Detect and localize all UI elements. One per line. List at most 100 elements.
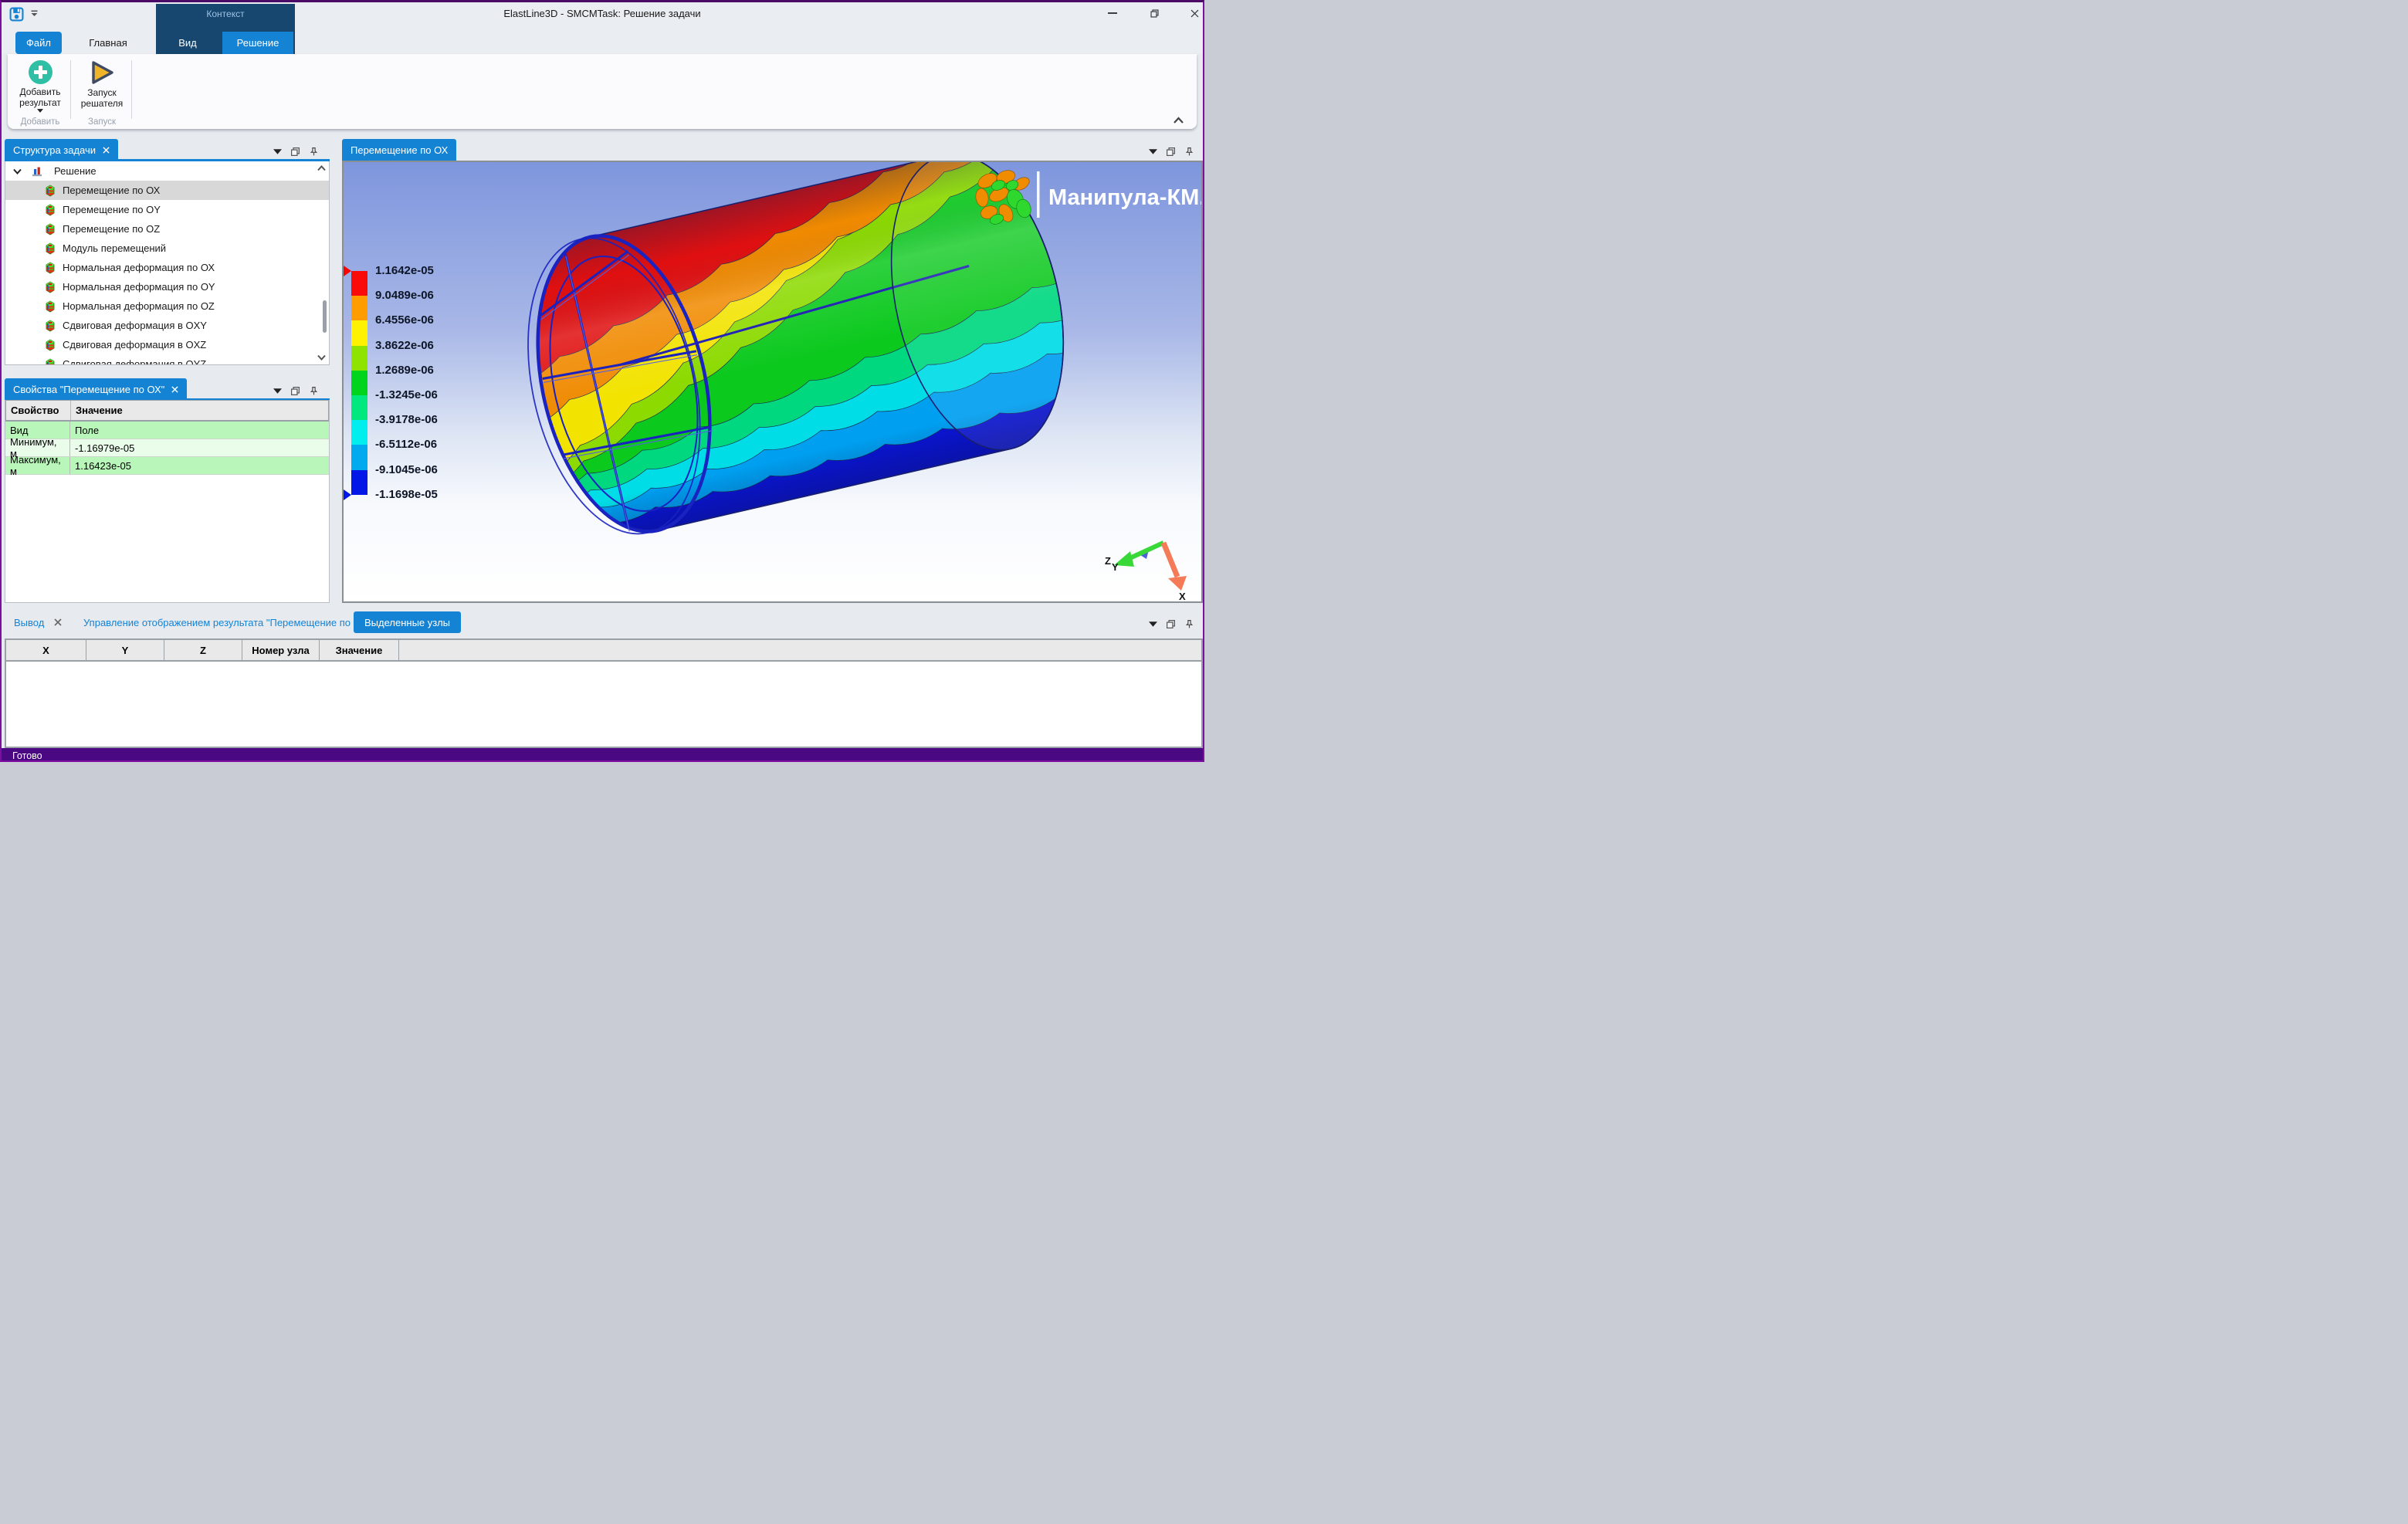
tab-properties[interactable]: Свойства "Перемещение по ОХ" [5, 378, 187, 400]
panel-menu-arrow-icon[interactable] [1149, 621, 1157, 627]
run-solver-label-2: решателя [81, 98, 124, 109]
tab-properties-label: Свойства "Перемещение по ОХ" [13, 384, 164, 395]
close-icon[interactable] [54, 618, 62, 626]
col-z[interactable]: Z [164, 640, 242, 660]
tree-item-label: Сдвиговая деформация в OXZ [63, 339, 206, 351]
tree-item-label: Сдвиговая деформация в OXY [63, 320, 207, 331]
panel-menu-arrow-icon[interactable] [273, 388, 282, 394]
result-cube-icon [44, 223, 56, 235]
axis-x-label: X [1179, 591, 1186, 601]
property-row[interactable]: Максимум, м 1.16423e-05 [5, 457, 329, 475]
close-button[interactable] [1183, 5, 1204, 22]
pin-icon[interactable] [309, 386, 319, 396]
context-group-label: Контекст [156, 8, 295, 19]
close-icon[interactable] [103, 147, 110, 154]
tab-file[interactable]: Файл [15, 32, 62, 54]
scroll-down-icon[interactable] [317, 354, 326, 361]
properties-table: Свойство Значение Вид Поле Минимум, м -1… [5, 400, 330, 603]
result-cube-icon [44, 320, 56, 332]
col-x[interactable]: X [6, 640, 86, 660]
tree-item[interactable]: Перемещение по OY [5, 200, 329, 219]
status-text: Готово [12, 750, 42, 761]
float-window-icon[interactable] [1166, 619, 1176, 629]
add-result-button[interactable]: Добавить результат [12, 56, 68, 116]
tab-task-structure[interactable]: Структура задачи [5, 139, 118, 161]
close-icon [1190, 8, 1200, 19]
pin-icon[interactable] [1184, 619, 1194, 629]
tab-selected-nodes[interactable]: Выделенные узлы [354, 611, 461, 633]
tab-viewport-result[interactable]: Перемещение по ОХ [342, 139, 456, 161]
float-window-icon[interactable] [290, 386, 300, 396]
tree-item-label: Нормальная деформация по ОХ [63, 262, 215, 273]
result-cube-icon [44, 262, 56, 274]
tree-item[interactable]: Нормальная деформация по OY [5, 277, 329, 296]
tree-item[interactable]: Нормальная деформация по ОХ [5, 258, 329, 277]
ribbon: Добавить результат Запуск решателя Добав… [8, 54, 1197, 129]
panel-menu-arrow-icon[interactable] [1149, 149, 1157, 154]
float-window-icon[interactable] [1166, 147, 1176, 157]
expander-icon[interactable] [13, 168, 22, 174]
axis-z-label: Z [1105, 555, 1111, 567]
restore-button[interactable] [1143, 5, 1166, 22]
scrollbar-thumb[interactable] [323, 300, 327, 333]
panel-menu-arrow-icon[interactable] [273, 149, 282, 154]
table-header-row: X Y Z Номер узла Значение [6, 640, 1201, 662]
minimize-button[interactable] [1101, 5, 1124, 22]
selected-nodes-table: X Y Z Номер узла Значение [5, 638, 1203, 748]
solution-chart-icon [31, 165, 43, 178]
tab-result-display-control[interactable]: Управление отображением результата "Пере… [83, 611, 371, 633]
col-property: Свойство [6, 401, 71, 420]
add-result-label-1: Добавить [19, 86, 60, 97]
col-value[interactable]: Значение [320, 640, 399, 660]
tree-item[interactable]: Сдвиговая деформация в OXZ [5, 335, 329, 354]
ribbon-collapse-icon[interactable] [1173, 117, 1184, 124]
tab-view[interactable]: Вид [161, 32, 215, 54]
property-value: 1.16423e-05 [70, 457, 329, 474]
logo-divider [1037, 171, 1040, 218]
property-value: -1.16979e-05 [70, 439, 329, 456]
tree-item[interactable]: Модуль перемещений [5, 239, 329, 258]
result-cube-icon [44, 242, 56, 255]
pin-icon[interactable] [309, 147, 319, 157]
ribbon-separator [70, 60, 71, 119]
tree-item[interactable]: Сдвиговая деформация в OXY [5, 316, 329, 335]
tree-item[interactable]: Перемещение по ОХ [5, 181, 329, 200]
fem-model-canvas[interactable]: Манипула-КМ.3 Z Y X [344, 162, 1201, 601]
tab-home[interactable]: Главная [79, 32, 137, 54]
bottom-tab-bar: Вывод Управление отображением результата… [5, 611, 1203, 633]
tab-solution[interactable]: Решение [222, 32, 293, 54]
tab-viewport-label: Перемещение по ОХ [351, 144, 448, 156]
tree-item[interactable]: Перемещение по OZ [5, 219, 329, 239]
run-solver-button[interactable]: Запуск решателя [74, 56, 130, 116]
properties-header-row: Свойство Значение [5, 400, 329, 422]
viewport-3d[interactable]: Манипула-КМ.3 Z Y X 1.1642e-059.0489e-06… [342, 161, 1203, 603]
tree-item[interactable]: Нормальная деформация по OZ [5, 296, 329, 316]
title-bar: ElastLine3D - SMCMTask: Решение задачи К… [2, 2, 1203, 54]
chevron-down-icon [37, 109, 43, 113]
tree-item-solution[interactable]: Решение [5, 161, 329, 181]
bottom-panel-controls [1149, 619, 1194, 629]
result-cube-icon [44, 281, 56, 293]
close-icon[interactable] [171, 386, 178, 393]
tree-panel-controls [273, 147, 319, 157]
props-panel-controls [273, 386, 319, 396]
add-result-label-2: результат [19, 97, 61, 108]
tree-item[interactable]: Сдвиговая деформация в OYZ [5, 354, 329, 365]
axis-y-label: Y [1112, 561, 1119, 573]
col-value: Значение [71, 401, 328, 420]
tab-output[interactable]: Вывод [14, 611, 44, 633]
col-y[interactable]: Y [86, 640, 164, 660]
run-solver-label-1: Запуск [87, 87, 117, 98]
tree-item-label: Перемещение по OZ [63, 223, 160, 235]
tab-task-structure-label: Структура задачи [13, 144, 96, 156]
float-window-icon[interactable] [290, 147, 300, 157]
scroll-up-icon[interactable] [317, 165, 326, 171]
ribbon-group-add-label: Добавить [12, 117, 68, 127]
tree-item-label: Нормальная деформация по OY [63, 281, 215, 293]
tree-item-label: Сдвиговая деформация в OYZ [63, 358, 206, 365]
col-node-number[interactable]: Номер узла [242, 640, 320, 660]
pin-icon[interactable] [1184, 147, 1194, 157]
result-cube-icon [44, 204, 56, 216]
add-icon [29, 60, 52, 84]
property-name: Максимум, м [5, 457, 70, 474]
